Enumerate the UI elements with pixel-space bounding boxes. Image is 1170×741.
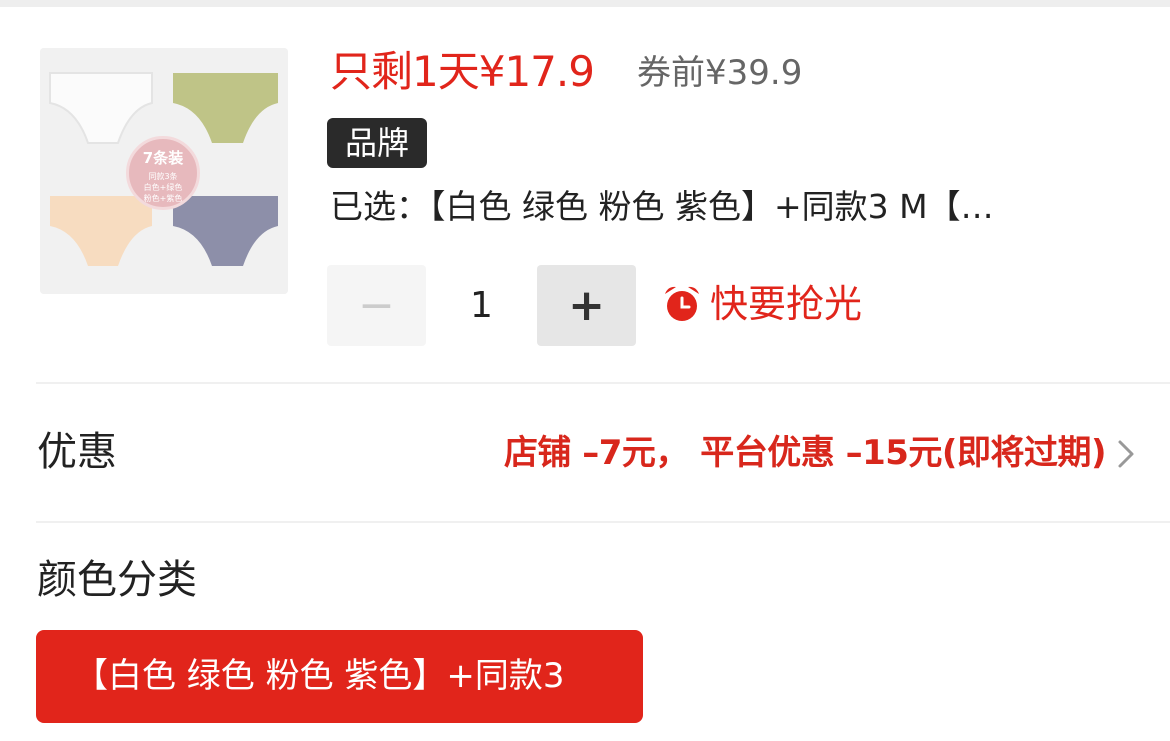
product-thumbnail[interactable]: 7条装 同款3条 白色+绿色 粉色+紫色 [40,48,288,294]
divider [36,521,1170,523]
pack-count-badge: 7条装 同款3条 白色+绿色 粉色+紫色 [126,136,200,210]
brand-tag: 品牌 [327,118,427,168]
pack-badge-line: 同款3条 [148,172,178,181]
promo-label: 优惠 [37,429,117,475]
top-strip [0,0,1170,7]
promo-value[interactable]: 店铺 –7元， 平台优惠 –15元(即将过期) [504,428,1107,478]
color-section-title: 颜色分类 [37,557,197,603]
pack-badge-line: 粉色+紫色 [143,194,183,203]
quantity-decrement-button[interactable]: − [327,265,426,346]
quantity-increment-button[interactable]: + [537,265,636,346]
chevron-right-icon[interactable] [1112,436,1140,472]
price-before-coupon: 券前¥39.9 [637,53,803,93]
stock-hint-text: 快要抢光 [710,282,863,326]
alarm-clock-icon [665,286,699,321]
current-price: 只剩1天¥17.9 [330,47,595,96]
color-option-selected[interactable]: 【白色 绿色 粉色 紫色】+同款3 [36,630,643,723]
plus-icon: + [568,279,605,331]
pack-badge-line: 白色+绿色 [143,183,183,192]
quantity-value[interactable]: 1 [426,265,537,346]
selected-spec[interactable]: 已选：【白色 绿色 粉色 紫色】+同款3 M【… [330,184,1130,230]
pack-count-label: 7条装 [142,149,184,167]
divider [36,382,1170,384]
minus-icon: − [358,279,395,331]
stock-hint: 快要抢光 [660,276,862,332]
pack-badge-details: 同款3条 白色+绿色 粉色+紫色 [129,171,197,204]
